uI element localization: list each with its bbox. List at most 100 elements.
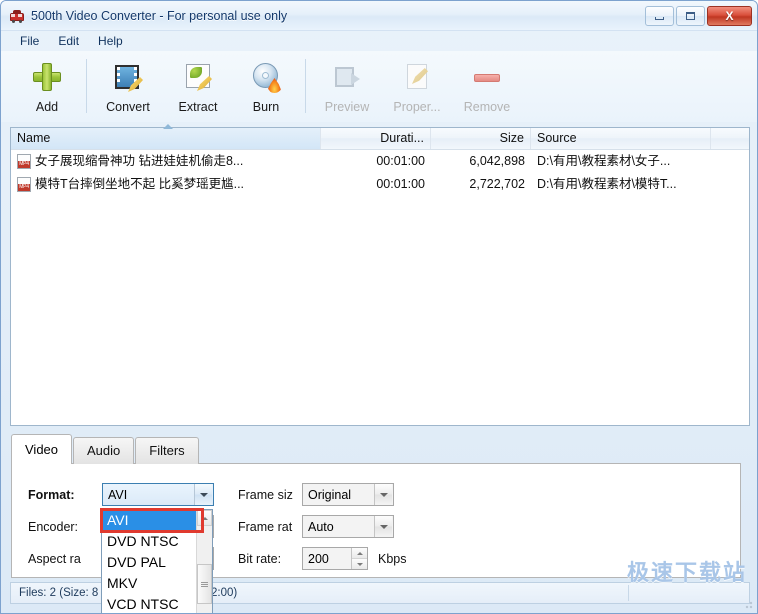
toolbar: Add Convert Extract Burn Preview Proper.…: [1, 51, 757, 122]
frame-size-combobox[interactable]: Original: [302, 483, 394, 506]
frame-rate-value: Auto: [308, 519, 334, 534]
format-dropdown-scrollbar[interactable]: [196, 510, 212, 613]
properties-icon: [401, 61, 433, 93]
grip-icon: [201, 581, 208, 587]
bit-rate-stepper[interactable]: 200: [302, 547, 368, 570]
cell-source: D:\有用\教程素材\女子...: [537, 154, 671, 168]
file-list-header: Name Durati... Size Source: [11, 124, 749, 150]
sort-ascending-icon: [163, 124, 173, 129]
menu-edit[interactable]: Edit: [49, 31, 89, 51]
toolbar-remove-button: Remove: [452, 57, 522, 114]
format-option-dvd-ntsc[interactable]: DVD NTSC: [102, 531, 196, 552]
tab-audio[interactable]: Audio: [73, 437, 135, 464]
toolbar-preview-button: Preview: [312, 57, 382, 114]
scrollbar-thumb[interactable]: [197, 564, 212, 604]
bit-rate-increment-button[interactable]: [352, 548, 367, 558]
minimize-icon: [655, 16, 664, 20]
frame-size-value: Original: [308, 487, 352, 502]
bit-rate-spin-buttons: [351, 548, 367, 569]
toolbar-preview-label: Preview: [324, 100, 370, 114]
toolbar-properties-label: Proper...: [393, 100, 441, 114]
format-option-mkv[interactable]: MKV: [102, 573, 196, 594]
table-row[interactable]: MP4 女子展现缩骨神功 钻进娃娃机偷走8... 00:01:00 6,042,…: [11, 150, 749, 173]
cell-name-text: 模特T台摔倒坐地不起 比奚梦瑶更尴...: [35, 177, 245, 191]
aspect-ratio-label: Aspect ra: [28, 551, 81, 566]
encoder-label: Encoder:: [28, 519, 79, 534]
film-play-icon: [331, 61, 363, 93]
file-list[interactable]: Name Durati... Size Source MP4 女子展现缩骨神功 …: [10, 124, 750, 426]
frame-size-field: Frame siz Original: [238, 483, 394, 506]
frame-rate-dropdown-button[interactable]: [374, 516, 392, 537]
cell-name: MP4 模特T台摔倒坐地不起 比奚梦瑶更尴...: [11, 173, 321, 196]
menu-file[interactable]: File: [11, 31, 49, 51]
chevron-down-icon: [199, 492, 208, 497]
format-dropdown-button[interactable]: [194, 484, 212, 505]
window-title: 500th Video Converter - For personal use…: [31, 8, 288, 23]
title-bar: 500th Video Converter - For personal use…: [1, 1, 757, 31]
format-option-avi[interactable]: AVI: [102, 510, 196, 531]
plus-icon: [31, 61, 63, 93]
bit-rate-decrement-button[interactable]: [352, 558, 367, 569]
toolbar-add-label: Add: [35, 100, 59, 114]
bus-icon: [9, 8, 25, 24]
format-label: Format:: [28, 487, 75, 502]
chevron-up-icon: [356, 551, 363, 555]
maximize-button[interactable]: [676, 6, 705, 26]
frame-rate-combobox[interactable]: Auto: [302, 515, 394, 538]
frame-rate-field: Frame rat Auto: [238, 515, 394, 538]
column-header-name[interactable]: Name: [11, 128, 321, 149]
toolbar-convert-button[interactable]: Convert: [93, 57, 163, 114]
toolbar-remove-label: Remove: [463, 100, 511, 114]
resize-grip[interactable]: [742, 598, 754, 610]
format-option-dvd-pal[interactable]: DVD PAL: [102, 552, 196, 573]
remove-bar-icon: [471, 61, 503, 93]
mp4-file-icon: MP4: [17, 154, 31, 169]
frame-rate-label: Frame rat: [238, 519, 293, 534]
column-header-duration[interactable]: Durati...: [321, 128, 431, 149]
file-list-body: MP4 女子展现缩骨神功 钻进娃娃机偷走8... 00:01:00 6,042,…: [11, 150, 749, 196]
format-option-vcd-ntsc[interactable]: VCD NTSC: [102, 594, 196, 613]
frame-size-label: Frame siz: [238, 487, 293, 502]
cell-size: 6,042,898: [469, 154, 525, 168]
toolbar-extract-label: Extract: [178, 100, 218, 114]
toolbar-extract-button[interactable]: Extract: [163, 57, 233, 114]
format-combobox[interactable]: AVI: [102, 483, 214, 506]
tab-filters[interactable]: Filters: [135, 437, 199, 464]
application-window: 500th Video Converter - For personal use…: [0, 0, 758, 614]
menu-bar: File Edit Help: [1, 31, 757, 51]
format-dropdown-list[interactable]: AVI DVD NTSC DVD PAL MKV VCD NTSC: [101, 509, 213, 613]
bit-rate-label: Bit rate:: [238, 551, 282, 566]
frame-size-dropdown-button[interactable]: [374, 484, 392, 505]
scroll-up-button[interactable]: [197, 510, 212, 526]
window-controls: X: [645, 6, 752, 26]
cell-source: D:\有用\教程素材\模特T...: [537, 177, 677, 191]
toolbar-properties-button: Proper...: [382, 57, 452, 114]
extract-icon: [182, 61, 214, 93]
cell-size: 2,722,702: [469, 177, 525, 191]
table-row[interactable]: MP4 模特T台摔倒坐地不起 比奚梦瑶更尴... 00:01:00 2,722,…: [11, 173, 749, 196]
toolbar-convert-label: Convert: [106, 100, 150, 114]
tab-video[interactable]: Video: [11, 434, 73, 464]
status-separator: [628, 585, 629, 601]
toolbar-add-button[interactable]: Add: [14, 57, 80, 114]
cell-duration: 00:01:00: [376, 154, 425, 168]
toolbar-burn-label: Burn: [252, 100, 280, 114]
close-button[interactable]: X: [707, 6, 752, 26]
bit-rate-value[interactable]: 200: [303, 552, 351, 566]
mp4-file-icon-label: MP4: [18, 161, 30, 168]
column-header-size[interactable]: Size: [431, 128, 531, 149]
chevron-down-icon: [379, 524, 388, 529]
cell-duration: 00:01:00: [376, 177, 425, 191]
chevron-down-icon: [379, 492, 388, 497]
cell-name: MP4 女子展现缩骨神功 钻进娃娃机偷走8...: [11, 150, 321, 173]
column-header-extra[interactable]: [711, 128, 749, 149]
film-convert-icon: [112, 61, 144, 93]
chevron-up-icon: [201, 516, 208, 520]
status-files-text: Files: 2 (Size: 8 M: [19, 587, 112, 599]
menu-help[interactable]: Help: [89, 31, 133, 51]
column-header-source[interactable]: Source: [531, 128, 711, 149]
mp4-file-icon-label: MP4: [18, 184, 30, 191]
minimize-button[interactable]: [645, 6, 674, 26]
format-dropdown-items: AVI DVD NTSC DVD PAL MKV VCD NTSC: [102, 510, 196, 613]
toolbar-burn-button[interactable]: Burn: [233, 57, 299, 114]
